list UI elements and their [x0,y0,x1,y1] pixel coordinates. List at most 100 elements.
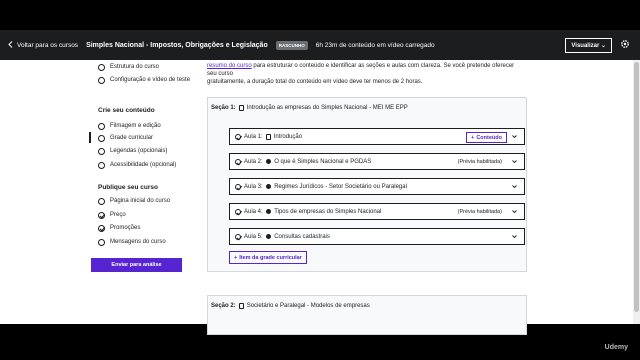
chevron-down-icon[interactable] [512,234,517,239]
lecture-title: Introdução [273,133,303,140]
sidebar-item-pricing[interactable]: Preço [98,211,193,219]
lecture-row[interactable]: Aula 4: Tipos de empresas do Simples Nac… [229,203,525,220]
add-curriculum-item-button[interactable]: + Item da grade curricular [229,251,307,264]
section-number: Seção 1: [211,105,236,111]
lecture-title: O que é Simples Nacional e PGDAS [274,158,372,165]
submit-for-review-button[interactable]: Enviar para análise [91,258,182,272]
sidebar-item-label: Mensagens do curso [110,239,166,245]
lecture-row[interactable]: Aula 5: Consultas cadastrais [229,228,525,245]
sidebar-item-label: Promoções [110,225,141,231]
plus-icon: + [471,134,475,141]
document-icon [265,133,271,140]
lecture-row[interactable]: Aula 3: Regimes Jurídicos - Setor Societ… [229,178,525,195]
add-content-button[interactable]: + Conteúdo [466,132,507,143]
preview-button-label: Visualizar [571,43,600,49]
checkmark-icon [235,233,241,240]
sidebar-item-label: Estrutura do curso [110,64,160,70]
sidebar-item-captions[interactable]: Legendas (opcionais) [98,147,193,155]
intro-text-line1: para estruturar o conteúdo e identificar… [207,63,515,77]
add-content-label: Conteúdo [476,134,502,141]
lecture-name: Aula 3: Regimes Jurídicos - Setor Societ… [244,184,407,190]
lecture-row[interactable]: Aula 2: O que é Simples Nacional e PGDAS… [229,153,525,170]
chevron-down-icon[interactable] [512,209,517,214]
radio-icon [98,76,105,84]
chevron-left-icon [8,40,13,50]
sidebar-item-accessibility[interactable]: Acessibilidade (opcional) [98,161,193,169]
sidebar-item-label: Filmagem e edição [110,123,161,129]
section-title: Seção 2: Societário e Paralegal - Modelo… [211,303,370,309]
checkmark-icon [98,224,105,232]
gear-icon[interactable] [620,39,630,49]
sidebar-item-filming[interactable]: Filmagem e edição [98,122,193,130]
intro-text-line2: gratuitamente, a duração total do conteú… [207,79,423,85]
sidebar-item-label: Página inicial do curso [110,198,171,204]
sidebar-item-label: Grade curricular [110,135,154,141]
sidebar-item-course-structure[interactable]: Estrutura do curso [98,63,193,71]
lecture-title: Regimes Jurídicos - Setor Societário ou … [274,183,407,190]
sidebar-item-promotions[interactable]: Promoções [98,224,193,232]
lecture-number: Aula 4: [244,208,263,215]
radio-icon [98,122,105,130]
play-circle-icon [265,233,272,240]
checkmark-icon [235,183,241,190]
radio-icon [98,63,105,71]
back-to-courses-link[interactable]: Voltar para os cursos [8,40,79,50]
active-indicator [89,132,91,143]
lecture-name: Aula 2: O que é Simples Nacional e PGDAS [244,159,371,165]
lecture-title: Tipos de empresas do Simples Nacional [274,208,382,215]
chevron-down-icon[interactable] [512,184,517,189]
lecture-name: Aula 5: Consultas cadastrais [244,234,330,240]
radio-icon [98,161,105,169]
sidebar-item-label: Legendas (opcionais) [110,148,168,154]
radio-icon [98,238,105,246]
publish-course-heading: Publique seu curso [98,184,158,191]
curriculum-intro-text: resumo do curso para estruturar o conteú… [207,62,517,86]
lecture-title: Consultas cadastrais [274,233,330,240]
play-circle-icon [265,158,272,165]
sidebar-item-label: Acessibilidade (opcional) [110,162,177,168]
lecture-name: Aula 1: Introdução [244,133,303,140]
chevron-down-icon: ⌄ [600,43,606,49]
section-name: Introdução as empresas do Simples Nacion… [246,105,408,111]
create-content-heading: Crie seu conteúdo [98,107,155,114]
chevron-down-icon[interactable] [512,134,517,139]
curriculum-section-2: Seção 2: Societário e Paralegal - Modelo… [207,295,527,335]
preview-enabled-label: (Prévia habilitada) [457,158,502,165]
video-duration: 6h 23m de conteúdo em vídeo carregado [315,41,435,49]
play-circle-icon [265,183,272,190]
radio-icon [98,197,105,205]
preview-enabled-label: (Prévia habilitada) [457,208,502,215]
sidebar-item-landing-page[interactable]: Página inicial do curso [98,197,193,205]
lecture-number: Aula 3: [244,183,263,190]
curriculum-main: resumo do curso para estruturar o conteú… [190,60,630,335]
sidebar-item-course-messages[interactable]: Mensagens do curso [98,238,193,246]
document-icon [238,105,244,111]
play-circle-icon [265,208,272,215]
section-name: Societário e Paralegal - Modelos de empr… [246,303,370,309]
section-title: Seção 1: Introdução as empresas do Simpl… [211,105,408,111]
course-outline-link[interactable]: resumo do curso [207,63,252,69]
scrollbar-thumb[interactable] [634,62,639,312]
course-title: Simples Nacional - Impostos, Obrigações … [86,41,268,49]
back-label: Voltar para os cursos [17,41,79,49]
radio-icon [98,147,105,155]
section-number: Seção 2: [211,303,236,309]
sidebar-item-setup-test-video[interactable]: Configuração e vídeo de teste [98,76,193,84]
lecture-number: Aula 1: [244,133,263,140]
status-badge: RASCUNHO [275,40,308,50]
sidebar-item-label: Configuração e vídeo de teste [110,77,191,83]
lecture-row[interactable]: Aula 1: Introdução + Conteúdo [229,128,525,145]
preview-button[interactable]: Visualizar ⌄ [565,38,612,53]
sidebar-item-curriculum[interactable]: Grade curricular [98,134,193,142]
checkmark-icon [235,133,241,140]
lecture-name: Aula 4: Tipos de empresas do Simples Nac… [244,209,381,215]
udemy-watermark: Udemy [604,344,628,351]
chevron-down-icon[interactable] [512,159,517,164]
add-curriculum-item-label: Item da grade curricular [239,254,302,261]
radio-icon [98,134,105,142]
curriculum-section-1: Seção 1: Introdução as empresas do Simpl… [207,97,527,272]
checkmark-icon [98,211,105,219]
document-icon [238,303,244,309]
checkmark-icon [235,158,241,165]
checkmark-icon [235,208,241,215]
